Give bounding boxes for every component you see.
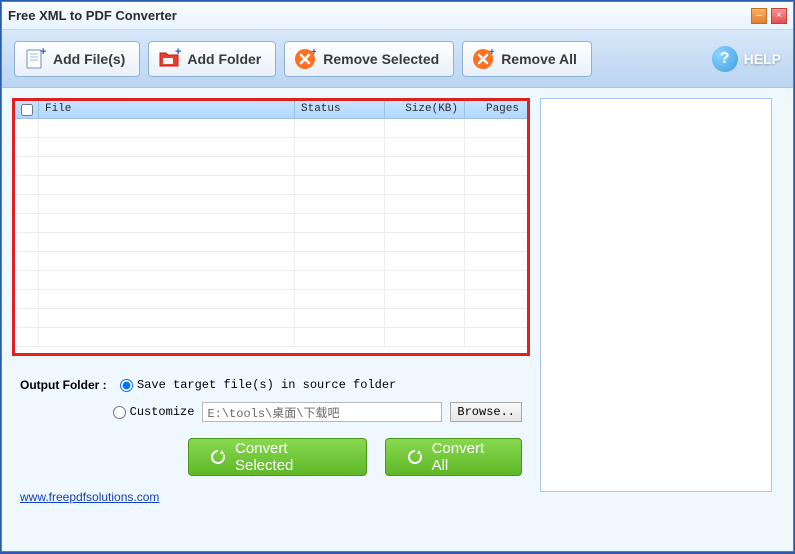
table-row bbox=[15, 157, 527, 176]
convert-all-label: Convert All bbox=[432, 440, 501, 474]
browse-button[interactable]: Browse.. bbox=[450, 402, 522, 422]
toolbar: + Add File(s) + Add Folder + Remove Sele… bbox=[2, 30, 793, 88]
table-body bbox=[15, 119, 527, 347]
remove-selected-label: Remove Selected bbox=[323, 51, 439, 67]
save-source-label: Save target file(s) in source folder bbox=[137, 378, 396, 392]
table-row bbox=[15, 176, 527, 195]
customize-radio-row[interactable]: Customize bbox=[113, 405, 195, 419]
help-button[interactable]: ? HELP bbox=[712, 46, 781, 72]
convert-row: Convert Selected Convert All bbox=[188, 438, 522, 476]
output-panel: Output Folder : Save target file(s) in s… bbox=[12, 374, 530, 514]
add-files-label: Add File(s) bbox=[53, 51, 125, 67]
table-row bbox=[15, 214, 527, 233]
customize-radio[interactable] bbox=[113, 406, 126, 419]
help-label: HELP bbox=[744, 51, 781, 67]
add-folder-label: Add Folder bbox=[187, 51, 261, 67]
output-path-input[interactable] bbox=[202, 402, 442, 422]
help-icon: ? bbox=[712, 46, 738, 72]
save-source-radio-row[interactable]: Save target file(s) in source folder bbox=[120, 378, 396, 392]
convert-selected-button[interactable]: Convert Selected bbox=[188, 438, 367, 476]
convert-all-button[interactable]: Convert All bbox=[385, 438, 522, 476]
add-folder-button[interactable]: + Add Folder bbox=[148, 41, 276, 77]
remove-selected-button[interactable]: + Remove Selected bbox=[284, 41, 454, 77]
header-size[interactable]: Size(KB) bbox=[385, 101, 465, 118]
svg-text:+: + bbox=[175, 47, 181, 58]
titlebar-controls: – × bbox=[751, 8, 787, 24]
table-row bbox=[15, 138, 527, 157]
convert-selected-label: Convert Selected bbox=[235, 440, 346, 474]
convert-icon bbox=[209, 448, 227, 466]
document-plus-icon: + bbox=[23, 47, 47, 71]
minimize-button[interactable]: – bbox=[751, 8, 767, 24]
remove-all-x-icon: + bbox=[471, 47, 495, 71]
header-checkbox-cell bbox=[15, 101, 39, 118]
app-window: Free XML to PDF Converter – × + Add File… bbox=[1, 1, 794, 552]
close-button[interactable]: × bbox=[771, 8, 787, 24]
table-row bbox=[15, 328, 527, 347]
save-source-radio[interactable] bbox=[120, 379, 133, 392]
table-row bbox=[15, 290, 527, 309]
folder-plus-icon: + bbox=[157, 47, 181, 71]
footer-link[interactable]: www.freepdfsolutions.com bbox=[20, 490, 522, 504]
table-row bbox=[15, 119, 527, 138]
body-area: File Status Size(KB) Pages bbox=[2, 88, 793, 524]
header-status[interactable]: Status bbox=[295, 101, 385, 118]
remove-x-icon: + bbox=[293, 47, 317, 71]
svg-text:+: + bbox=[489, 48, 494, 58]
table-row bbox=[15, 309, 527, 328]
select-all-checkbox[interactable] bbox=[21, 104, 33, 116]
convert-all-icon bbox=[406, 448, 424, 466]
window-title: Free XML to PDF Converter bbox=[8, 8, 751, 23]
preview-panel bbox=[540, 98, 772, 492]
svg-text:+: + bbox=[40, 47, 46, 58]
header-pages[interactable]: Pages bbox=[465, 101, 527, 118]
add-files-button[interactable]: + Add File(s) bbox=[14, 41, 140, 77]
left-panel: File Status Size(KB) Pages bbox=[12, 98, 530, 514]
table-row bbox=[15, 271, 527, 290]
file-table: File Status Size(KB) Pages bbox=[12, 98, 530, 356]
remove-all-label: Remove All bbox=[501, 51, 577, 67]
table-row bbox=[15, 233, 527, 252]
output-folder-label: Output Folder : bbox=[20, 378, 112, 392]
table-row bbox=[15, 252, 527, 271]
table-row bbox=[15, 195, 527, 214]
remove-all-button[interactable]: + Remove All bbox=[462, 41, 592, 77]
table-header: File Status Size(KB) Pages bbox=[15, 101, 527, 119]
titlebar: Free XML to PDF Converter – × bbox=[2, 2, 793, 30]
header-file[interactable]: File bbox=[39, 101, 295, 118]
customize-label: Customize bbox=[130, 405, 195, 419]
svg-text:+: + bbox=[311, 48, 316, 58]
